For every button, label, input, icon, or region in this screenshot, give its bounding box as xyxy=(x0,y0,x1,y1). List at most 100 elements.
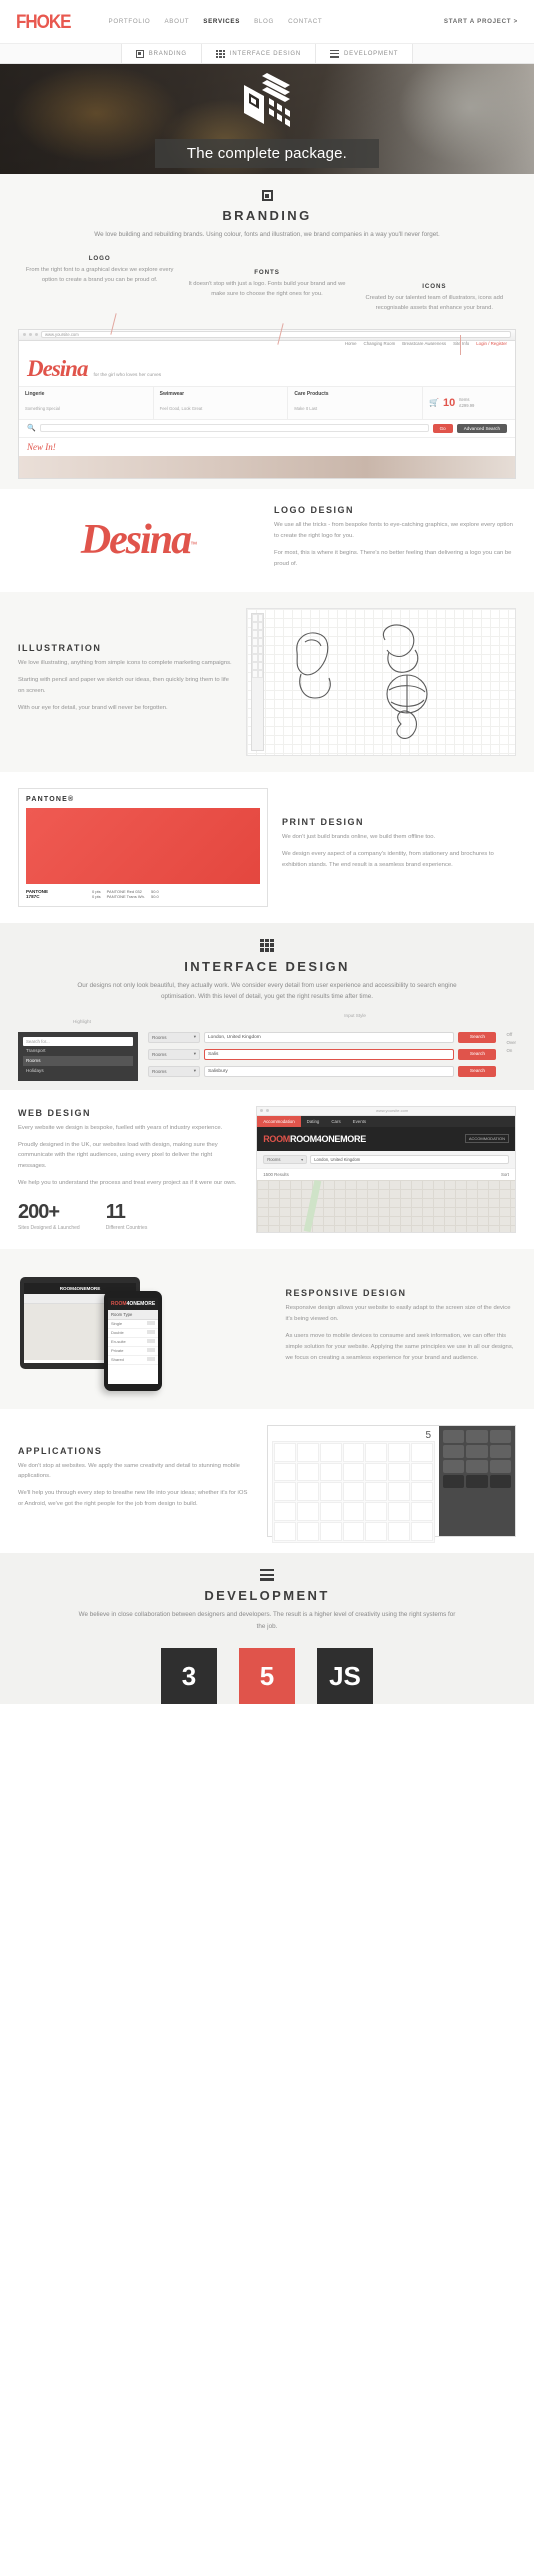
calendar-grid[interactable] xyxy=(272,1440,435,1543)
hero-banner: The complete package. xyxy=(0,64,534,174)
phone-option-double[interactable]: Double xyxy=(108,1329,158,1338)
desina-search-row: 🔍 Go Advanced Search xyxy=(19,420,515,438)
phone-option-private[interactable]: Private xyxy=(108,1347,158,1356)
phone-option-shared[interactable]: Shared xyxy=(108,1356,158,1365)
room-select-active[interactable]: Rooms ▾ xyxy=(148,1065,200,1077)
desina-nav-changing-room[interactable]: Changing Room xyxy=(364,341,396,346)
form-row-active: Rooms ▾ Salisbury Search xyxy=(148,1065,497,1077)
desina-nav-site-info[interactable]: Site Info xyxy=(453,341,469,346)
location-input-active[interactable]: Salisbury xyxy=(204,1065,455,1077)
keypad-key[interactable] xyxy=(466,1459,488,1473)
interface-design-intro: Our designs not only look beautiful, the… xyxy=(77,981,457,1001)
cart-total: £299.99 xyxy=(459,402,475,408)
mock-nav-cars[interactable]: Cars xyxy=(325,1116,346,1127)
mock-results-count: 1500 Results xyxy=(263,1171,289,1177)
browser-dot xyxy=(35,333,38,337)
tab-development[interactable]: DEVELOPMENT xyxy=(316,44,414,63)
button-state-annotations: Off Over On xyxy=(506,1032,516,1053)
pantone-metadata: PANTONE 1787C 0 pts 0 pts PANTONE Red 03… xyxy=(26,889,260,899)
desina-nav-home[interactable]: Home xyxy=(345,341,357,346)
mock-site-hero: ROOMROOM4ONEMOREROOM4ONEMORE ACCOMMODATI… xyxy=(257,1126,515,1151)
tab-interface-design[interactable]: INTERFACE DESIGN xyxy=(201,44,317,63)
print-design-body-2: We design every aspect of a company's id… xyxy=(282,851,494,869)
development-title: DEVELOPMENT xyxy=(204,1587,330,1603)
start-project-link[interactable]: START A PROJECT > xyxy=(444,18,518,25)
mock-nav-accommodation[interactable]: Accommodation xyxy=(257,1115,301,1127)
keypad-key[interactable] xyxy=(489,1474,511,1488)
mock-site-nav: Accommodation Dating Cars Events xyxy=(257,1115,515,1127)
desina-category-swimwear[interactable]: Swimwear Feel Good, Look Great xyxy=(154,386,289,419)
desina-advanced-search-button[interactable]: Advanced Search xyxy=(456,423,507,433)
illustration-title: ILLUSTRATION xyxy=(18,643,102,654)
app-keypad[interactable] xyxy=(439,1425,515,1536)
nav-item-portfolio[interactable]: PORTFOLIO xyxy=(109,18,151,25)
nav-item-about[interactable]: ABOUT xyxy=(164,18,189,25)
hero-headline: The complete package. xyxy=(154,138,380,168)
keypad-key[interactable] xyxy=(489,1459,511,1473)
panel-option-transport[interactable]: Transport xyxy=(23,1046,133,1056)
keypad-key[interactable] xyxy=(443,1429,465,1443)
trademark-mark: ™ xyxy=(190,541,198,549)
nav-item-contact[interactable]: CONTACT xyxy=(288,18,322,25)
keypad-key[interactable] xyxy=(489,1429,511,1443)
desina-category-lingerie[interactable]: Lingerie Something Special xyxy=(19,386,154,419)
desina-new-in-heading: New In! xyxy=(27,441,56,452)
main-navigation: PORTFOLIO ABOUT SERVICES BLOG CONTACT xyxy=(109,18,323,25)
desina-category-care-products[interactable]: Care Products Make It Last xyxy=(288,386,424,419)
room-select-default[interactable]: Rooms ▾ xyxy=(148,1031,200,1043)
keypad-key[interactable] xyxy=(443,1459,465,1473)
pantone-swatch-card: PANTONE® PANTONE 1787C 0 pts 0 pts PANTO… xyxy=(18,787,268,907)
tab-branding[interactable]: BRANDING xyxy=(121,44,202,63)
phone-option-single[interactable]: Single xyxy=(108,1320,158,1329)
keypad-key[interactable] xyxy=(466,1474,488,1488)
form-row-error: Rooms ▾ Salis Search xyxy=(148,1048,497,1060)
site-logo[interactable]: FHOKE xyxy=(16,10,71,33)
applications-section: APPLICATIONS We don't stop at websites. … xyxy=(0,1409,534,1553)
keypad-key[interactable] xyxy=(466,1444,488,1458)
mock-map[interactable] xyxy=(257,1179,515,1232)
panel-option-rooms[interactable]: Rooms xyxy=(23,1055,133,1066)
search-button-active[interactable]: Search xyxy=(458,1065,497,1077)
search-button-default[interactable]: Search xyxy=(458,1031,497,1043)
desina-go-button[interactable]: Go xyxy=(432,423,453,433)
mock-nav-dating[interactable]: Dating xyxy=(301,1116,326,1127)
tab-branding-label: BRANDING xyxy=(148,50,187,57)
search-button-error[interactable]: Search xyxy=(458,1048,497,1060)
desina-nav-login[interactable]: Login / Register xyxy=(476,341,507,346)
keypad-key[interactable] xyxy=(466,1429,488,1443)
leader-line xyxy=(460,334,461,355)
location-input-default[interactable]: London, United Kingdom xyxy=(204,1031,455,1043)
interface-design-title: INTERFACE DESIGN xyxy=(184,958,350,974)
room-select-error[interactable]: Rooms ▾ xyxy=(148,1048,200,1060)
mock-nav-events[interactable]: Events xyxy=(347,1116,372,1127)
mock-badge: ACCOMMODATION xyxy=(464,1134,509,1144)
mock-room-select[interactable]: Rooms ▾ xyxy=(263,1154,308,1164)
keypad-key[interactable] xyxy=(489,1444,511,1458)
keypad-key[interactable] xyxy=(443,1444,465,1458)
swatch-row-name: PANTONE Trans Wh. xyxy=(106,893,145,899)
keypad-key[interactable] xyxy=(443,1474,465,1488)
desina-nav-breastcare[interactable]: Breastcare Awareness xyxy=(402,341,446,346)
category-title: Swimwear xyxy=(159,390,185,397)
mock-location-input[interactable]: London, United Kingdom xyxy=(310,1154,509,1164)
web-design-title: WEB DESIGN xyxy=(18,1107,92,1118)
nav-item-services[interactable]: SERVICES xyxy=(203,18,240,25)
web-design-body-1: Every website we design is bespoke, fuel… xyxy=(18,1124,223,1131)
javascript-icon: JS xyxy=(317,1648,373,1705)
location-input-error[interactable]: Salis xyxy=(204,1048,455,1060)
desina-cart[interactable]: 🛒 10 Items £299.99 xyxy=(423,387,515,419)
illustrator-toolbar[interactable] xyxy=(251,612,265,751)
branding-column-logo: LOGO From the right font to a graphical … xyxy=(18,255,181,313)
panel-search-input[interactable]: Search for... xyxy=(23,1036,133,1046)
mock-sort-control[interactable]: Sort xyxy=(501,1172,509,1177)
panel-option-holidays[interactable]: Holidays xyxy=(23,1066,133,1076)
logo-design-title: LOGO DESIGN xyxy=(274,504,355,515)
column-body: From the right font to a graphical devic… xyxy=(25,266,174,283)
browser-mockup: www.yoursite.com Home Changing Room Brea… xyxy=(18,328,516,479)
phone-option-ensuite[interactable]: En-suite xyxy=(108,1338,158,1347)
branding-intro: We love building and rebuilding brands. … xyxy=(94,231,440,238)
desina-search-input[interactable] xyxy=(39,424,429,433)
nav-item-blog[interactable]: BLOG xyxy=(254,18,274,25)
stacked-bars-icon xyxy=(330,49,340,58)
logo-design-artwork: Desina™ xyxy=(18,519,260,561)
